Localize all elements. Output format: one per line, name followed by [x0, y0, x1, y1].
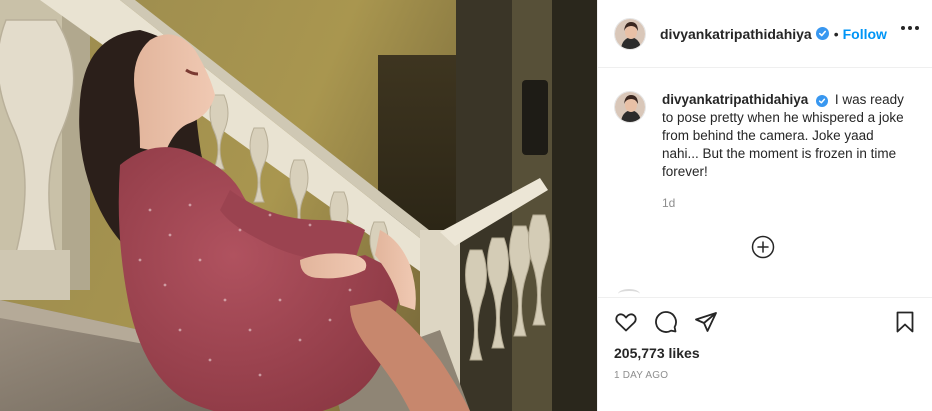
heart-icon[interactable] — [614, 310, 638, 334]
paper-plane-icon[interactable] — [694, 310, 718, 334]
post-date[interactable]: 1 DAY AGO — [614, 370, 668, 381]
post-photo[interactable] — [0, 0, 597, 411]
author-avatar[interactable] — [614, 17, 646, 50]
header-separator: • — [833, 25, 839, 42]
verified-badge-icon — [816, 95, 829, 107]
post-image — [0, 0, 597, 411]
more-options-icon[interactable] — [901, 26, 919, 30]
plus-circle-icon[interactable] — [751, 235, 775, 259]
likes-count[interactable]: 205,773 likes — [614, 345, 700, 361]
caption-body: divyankatripathidahiya I was ready to po… — [662, 91, 914, 181]
caption: divyankatripathidahiya I was ready to po… — [614, 91, 914, 181]
caption-username[interactable]: divyankatripathidahiya — [662, 92, 808, 107]
actions-bar: 205,773 likes 1 DAY AGO — [598, 297, 932, 411]
caption-avatar[interactable] — [614, 91, 646, 123]
follow-button[interactable]: Follow — [843, 26, 887, 42]
comment-bubble-icon[interactable] — [654, 310, 678, 334]
author-username[interactable]: divyankatripathidahiya — [660, 26, 812, 42]
caption-age[interactable]: 1d — [662, 196, 675, 210]
verified-badge-icon — [815, 27, 829, 40]
post-header: divyankatripathidahiya • Follow — [598, 0, 932, 68]
post-side-panel: divyankatripathidahiya • Follow divyanka… — [597, 0, 932, 411]
bookmark-icon[interactable] — [893, 310, 917, 334]
